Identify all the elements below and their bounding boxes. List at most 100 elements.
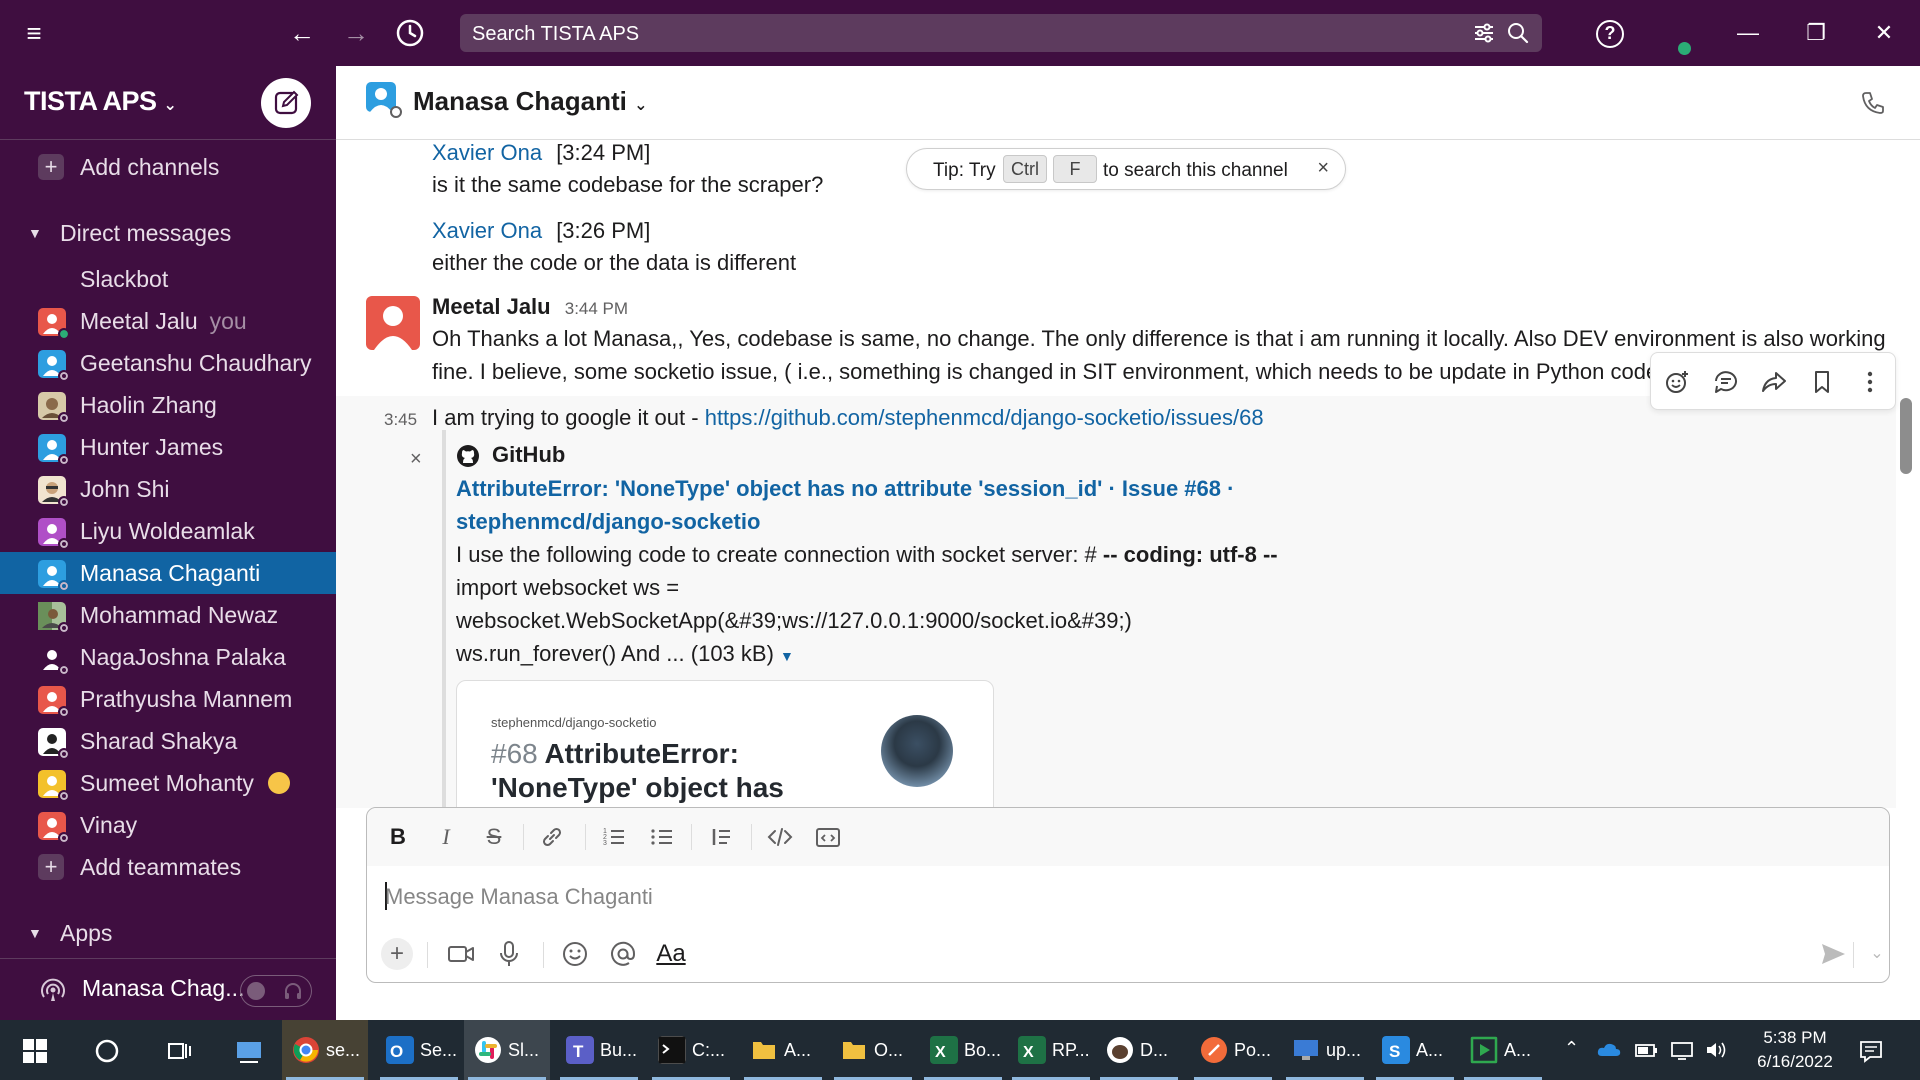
taskbar-app-d[interactable]: D...	[1096, 1020, 1182, 1080]
code-block-icon[interactable]	[813, 822, 843, 852]
tray-overflow-chevron-icon[interactable]: ⌃	[1564, 1038, 1579, 1059]
attachment-title-link[interactable]: AttributeError: 'NoneType' object has no…	[456, 476, 1234, 502]
direct-messages-section[interactable]: ▼ Direct messages	[0, 212, 336, 254]
huddle-icon[interactable]	[38, 975, 68, 1005]
huddle-toggle[interactable]	[240, 975, 312, 1007]
message-input[interactable]: Message Manasa Chaganti	[385, 884, 653, 910]
bookmark-icon[interactable]	[1807, 367, 1837, 397]
channel-title-button[interactable]: Manasa Chaganti ⌄	[413, 86, 647, 117]
preview-repo: stephenmcd/django-socketio	[491, 715, 657, 730]
avatar[interactable]	[366, 296, 420, 350]
sidebar-item-prathyusha-mannem[interactable]: Prathyusha Mannem	[0, 678, 336, 720]
network-icon[interactable]	[1670, 1040, 1694, 1060]
add-teammates-button[interactable]: + Add teammates	[0, 846, 336, 888]
help-icon[interactable]: ?	[1596, 20, 1624, 48]
notifications-icon[interactable]	[1858, 1038, 1884, 1064]
sidebar-item-slackbot[interactable]: Slackbot	[0, 258, 336, 300]
sidebar-item-vinay[interactable]: Vinay	[0, 804, 336, 846]
sidebar-item-geetanshu-chaudhary[interactable]: Geetanshu Chaudhary	[0, 342, 336, 384]
send-options-chevron-icon[interactable]: ⌄	[1861, 938, 1893, 970]
sidebar-item-sumeet-mohanty[interactable]: Sumeet Mohanty	[0, 762, 336, 804]
phone-icon[interactable]	[1860, 90, 1886, 116]
taskbar-app-outlook[interactable]: O Se...	[376, 1020, 462, 1080]
strikethrough-icon[interactable]: S	[479, 822, 509, 852]
remove-attachment-button[interactable]: ×	[410, 448, 422, 471]
task-view-icon[interactable]	[166, 1038, 192, 1064]
code-icon[interactable]	[765, 822, 795, 852]
sidebar-item-hunter-james[interactable]: Hunter James	[0, 426, 336, 468]
sidebar-item-manasa-chaganti[interactable]: Manasa Chaganti	[0, 552, 336, 594]
history-icon[interactable]	[388, 0, 432, 72]
ordered-list-icon[interactable]: 123	[599, 822, 629, 852]
message-timestamp[interactable]: [3:26 PM]	[556, 218, 650, 243]
battery-icon[interactable]	[1634, 1040, 1658, 1060]
reply-in-thread-icon[interactable]	[1711, 367, 1741, 397]
search-bar[interactable]: Search TISTA APS	[460, 14, 1542, 52]
system-clock[interactable]: 5:38 PM 6/16/2022	[1740, 1026, 1850, 1074]
compose-button[interactable]	[261, 78, 311, 128]
emoji-icon[interactable]	[559, 938, 591, 970]
windows-start-icon[interactable]	[22, 1038, 48, 1064]
taskbar-app-command-prompt[interactable]: C:...	[648, 1020, 734, 1080]
attach-plus-icon[interactable]: +	[381, 938, 413, 970]
search-filter-icon[interactable]	[1472, 21, 1496, 45]
taskbar-app-excel-bo[interactable]: X Bo...	[920, 1020, 1006, 1080]
message-timestamp[interactable]: [3:24 PM]	[556, 140, 650, 165]
taskbar-app-play[interactable]: A...	[1460, 1020, 1546, 1080]
sidebar-item-sharad-shakya[interactable]: Sharad Shakya	[0, 720, 336, 762]
video-clip-icon[interactable]	[445, 938, 477, 970]
message-author[interactable]: Meetal Jalu	[432, 294, 551, 319]
taskbar-app-postman[interactable]: Po...	[1190, 1020, 1276, 1080]
taskbar-app-s[interactable]: S A...	[1372, 1020, 1458, 1080]
taskbar-app-folder-a[interactable]: A...	[740, 1020, 826, 1080]
formatting-toggle-button[interactable]: Aa	[655, 938, 687, 970]
add-reaction-icon[interactable]	[1663, 367, 1693, 397]
taskbar-app-slack[interactable]: Sl...	[464, 1020, 550, 1080]
message-author[interactable]: Xavier Ona	[432, 218, 542, 243]
add-channels-button[interactable]: + Add channels	[0, 146, 336, 188]
expand-caret-icon[interactable]: ▼	[780, 648, 794, 664]
cortana-search-icon[interactable]	[94, 1038, 120, 1064]
search-icon[interactable]	[1506, 21, 1530, 45]
sidebar-item-liyu-woldeamlak[interactable]: Liyu Woldeamlak	[0, 510, 336, 552]
back-arrow-icon[interactable]: ←	[280, 0, 324, 66]
attachment-title-link[interactable]: stephenmcd/django-socketio	[456, 509, 760, 535]
bulleted-list-icon[interactable]	[647, 822, 677, 852]
desktop-app-icon[interactable]	[234, 1036, 264, 1066]
bold-icon[interactable]: B	[383, 822, 413, 852]
taskbar-app-folder-o[interactable]: O...	[830, 1020, 916, 1080]
taskbar-app-excel-rp[interactable]: X RP...	[1008, 1020, 1094, 1080]
message-timestamp[interactable]: 3:44 PM	[565, 299, 628, 318]
more-actions-icon[interactable]	[1855, 367, 1885, 397]
forward-arrow-icon[interactable]: →	[334, 0, 378, 66]
sidebar-item-mohammad-newaz[interactable]: Mohammad Newaz	[0, 594, 336, 636]
blockquote-icon[interactable]	[707, 822, 737, 852]
taskbar-app-chrome[interactable]: se...	[282, 1020, 368, 1080]
hamburger-menu-icon[interactable]: ≡	[12, 0, 56, 66]
close-window-icon[interactable]: ✕	[1854, 0, 1914, 66]
taskbar-app-teams[interactable]: T Bu...	[556, 1020, 642, 1080]
taskbar-app-remote-desktop[interactable]: up...	[1282, 1020, 1368, 1080]
message-timestamp[interactable]: 3:45	[384, 410, 417, 430]
link-preview-card[interactable]: stephenmcd/django-socketio #68 Attribute…	[456, 680, 994, 808]
apps-section[interactable]: ▼ Apps	[0, 912, 336, 954]
minimize-icon[interactable]: —	[1718, 0, 1778, 66]
send-icon[interactable]	[1817, 938, 1849, 970]
sidebar-item-meetal-jalu[interactable]: Meetal Jalu you	[0, 300, 336, 342]
sidebar-item-nagajoshna-palaka[interactable]: NagaJoshna Palaka	[0, 636, 336, 678]
volume-icon[interactable]	[1704, 1040, 1728, 1060]
sidebar-item-haolin-zhang[interactable]: Haolin Zhang	[0, 384, 336, 426]
sidebar-item-john-shi[interactable]: John Shi	[0, 468, 336, 510]
italic-icon[interactable]: I	[431, 822, 461, 852]
onedrive-icon[interactable]	[1596, 1040, 1622, 1060]
message-author[interactable]: Xavier Ona	[432, 140, 542, 165]
link-icon[interactable]	[537, 822, 567, 852]
mention-icon[interactable]	[607, 938, 639, 970]
workspace-menu[interactable]: TISTA APS ⌄	[24, 86, 177, 117]
scrollbar-thumb[interactable]	[1900, 398, 1912, 474]
share-message-icon[interactable]	[1759, 367, 1789, 397]
close-tip-button[interactable]: ×	[1317, 157, 1329, 180]
microphone-icon[interactable]	[493, 938, 525, 970]
message-link[interactable]: https://github.com/stephenmcd/django-soc…	[705, 405, 1264, 430]
restore-window-icon[interactable]: ❐	[1786, 0, 1846, 66]
